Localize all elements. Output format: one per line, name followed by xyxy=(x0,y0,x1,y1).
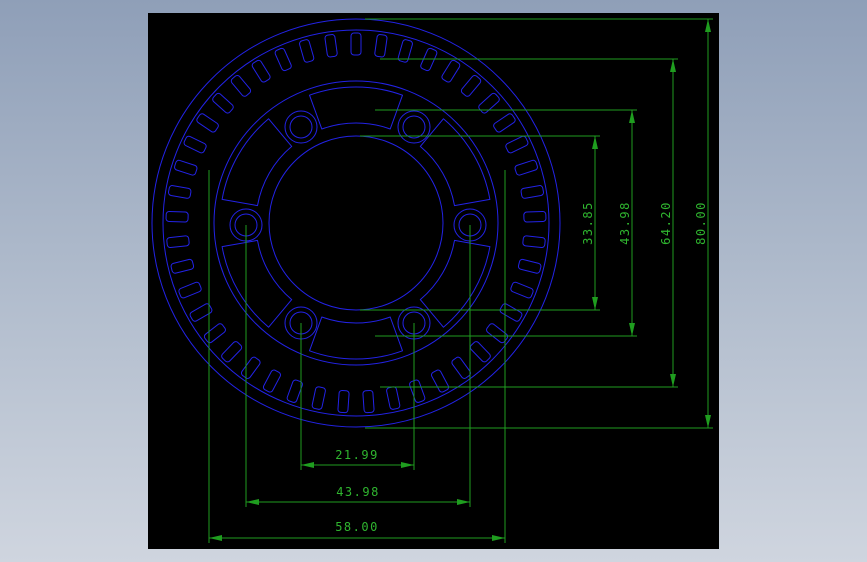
window xyxy=(419,239,491,328)
outer-rim-circle xyxy=(151,18,561,428)
slot xyxy=(350,32,362,56)
part-geometry xyxy=(151,18,561,428)
slot xyxy=(337,389,350,414)
dimension-annotations: 33.85 43.98 64.20 80.00 21.99 43.98 58.0… xyxy=(208,18,713,543)
slot xyxy=(203,323,226,344)
slot xyxy=(523,210,547,223)
dim-vertical-64-20: 64.20 xyxy=(380,58,678,388)
slot xyxy=(431,369,450,393)
slot xyxy=(274,47,292,72)
slot xyxy=(170,258,195,274)
slot xyxy=(212,92,234,114)
slot xyxy=(311,386,326,410)
dim-label-33-85: 33.85 xyxy=(581,201,595,245)
slot xyxy=(441,59,461,83)
slot xyxy=(183,135,207,154)
dim-label-64-20: 64.20 xyxy=(659,201,673,245)
slot xyxy=(362,389,375,414)
window xyxy=(221,118,293,207)
slot xyxy=(166,235,190,249)
slot xyxy=(469,341,491,363)
slot xyxy=(221,341,243,363)
cad-drawing: 33.85 43.98 64.20 80.00 21.99 43.98 58.0… xyxy=(151,18,713,543)
slot xyxy=(262,369,281,393)
slot xyxy=(174,159,198,176)
slot xyxy=(167,185,192,199)
slot xyxy=(178,281,202,299)
slot xyxy=(460,74,482,97)
slot xyxy=(505,135,529,154)
dim-horizontal-21-99: 21.99 xyxy=(300,323,415,470)
slot xyxy=(409,379,426,403)
slot xyxy=(230,74,252,97)
slot xyxy=(514,159,538,176)
slot xyxy=(240,356,261,379)
window xyxy=(221,239,293,328)
dim-label-43-98-vertical: 43.98 xyxy=(618,201,632,245)
slot xyxy=(299,39,315,63)
slot xyxy=(522,235,546,249)
slot xyxy=(386,386,401,410)
slot xyxy=(510,281,534,299)
cad-viewport[interactable]: 33.85 43.98 64.20 80.00 21.99 43.98 58.0… xyxy=(148,13,719,549)
slot xyxy=(324,34,338,58)
slot xyxy=(478,92,500,114)
slot xyxy=(374,34,388,58)
slot-ring-outer-circle xyxy=(162,29,550,417)
bolt-hole xyxy=(402,115,426,139)
window xyxy=(309,316,403,360)
window xyxy=(419,118,491,207)
slot-ring xyxy=(165,32,547,414)
dim-label-80-00: 80.00 xyxy=(694,201,708,245)
slot xyxy=(251,59,271,83)
center-bore-circle xyxy=(268,135,444,311)
dim-vertical-33-85: 33.85 xyxy=(360,135,600,311)
dim-label-58-00: 58.00 xyxy=(335,520,379,534)
slot xyxy=(451,356,472,379)
dim-vertical-43-98: 43.98 xyxy=(375,109,637,337)
slot xyxy=(517,258,542,274)
window xyxy=(309,86,403,130)
slot xyxy=(499,303,523,322)
slot xyxy=(165,210,189,223)
slot xyxy=(520,185,545,199)
bolt-hole xyxy=(289,115,313,139)
slot xyxy=(493,113,516,133)
slot xyxy=(196,113,219,133)
dim-label-43-98-horizontal: 43.98 xyxy=(336,485,380,499)
dim-label-21-99: 21.99 xyxy=(335,448,379,462)
bolt-holes xyxy=(229,110,487,340)
